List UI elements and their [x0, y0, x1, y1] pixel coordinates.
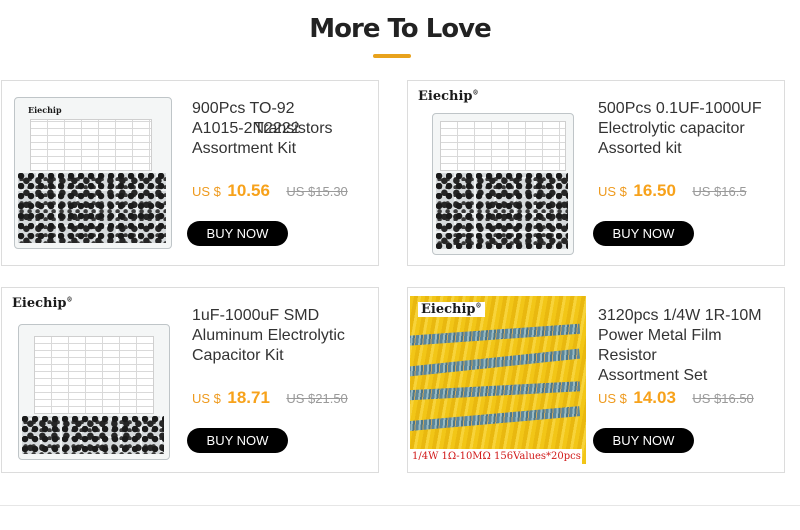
- component-compartments: [18, 173, 166, 243]
- brand-logo: Eiechip®: [12, 296, 73, 311]
- product-card-electrolytic-capacitors[interactable]: Eiechip® 500Pcs 0.1UF-1000UF Electrolyti…: [407, 80, 785, 266]
- title-line: Power Metal Film Resistor: [598, 327, 722, 364]
- product-card-resistors[interactable]: Eiechip® 1/4W 1Ω-10MΩ 156Values*20pcs 31…: [407, 287, 785, 473]
- title-line: Assortment Kit: [192, 140, 297, 157]
- price-row: US $ 18.71 US $21.50: [192, 388, 348, 408]
- title-line: Assortment Set: [598, 367, 708, 384]
- title-line: Assorted kit: [598, 140, 682, 157]
- title-line: 900Pcs TO-92: [192, 100, 295, 117]
- title-line: 500Pcs 0.1UF-1000UF: [598, 100, 762, 117]
- product-title[interactable]: 1uF-1000uF SMD Aluminum Electrolytic Cap…: [192, 306, 377, 366]
- sale-price: 18.71: [227, 388, 270, 407]
- product-card-transistors[interactable]: Eiechip 900Pcs TO-92 A1015-2N2222 Transi…: [1, 80, 379, 266]
- product-image[interactable]: Eiechip®: [418, 89, 578, 257]
- resistor-strips-image: [410, 296, 586, 464]
- product-image[interactable]: Eiechip®: [12, 296, 172, 464]
- title-line: A1015-2N2222 Transistors: [192, 119, 377, 139]
- price-row: US $ 16.50 US $16.5: [598, 181, 747, 201]
- title-line: 3120pcs 1/4W 1R-10M: [598, 307, 762, 324]
- brand-text: Eiechip: [418, 89, 473, 104]
- label-sheet: [30, 119, 152, 171]
- currency-label: US $: [598, 184, 627, 199]
- title-line: 1uF-1000uF SMD: [192, 307, 320, 324]
- buy-now-button[interactable]: BUY NOW: [593, 221, 694, 246]
- product-title[interactable]: 900Pcs TO-92 A1015-2N2222 Transistors As…: [192, 99, 377, 159]
- original-price: US $16.5: [692, 184, 747, 199]
- sale-price: 14.03: [633, 388, 676, 407]
- product-image[interactable]: Eiechip: [12, 89, 172, 257]
- component-compartments: [436, 173, 568, 249]
- product-card-smd-capacitors[interactable]: Eiechip® 1uF-1000uF SMD Aluminum Electro…: [1, 287, 379, 473]
- sale-price: 10.56: [227, 181, 270, 200]
- component-compartments: [22, 416, 164, 454]
- brand-logo: Eiechip®: [418, 302, 485, 317]
- original-price: US $21.50: [286, 391, 348, 406]
- title-underline: [373, 54, 411, 58]
- section-title: More To Love: [309, 14, 491, 44]
- currency-label: US $: [192, 391, 221, 406]
- buy-now-button[interactable]: BUY NOW: [593, 428, 694, 453]
- price-row: US $ 14.03 US $16.50: [598, 388, 754, 408]
- bottom-divider: [0, 505, 800, 506]
- product-title[interactable]: 3120pcs 1/4W 1R-10M Power Metal Film Res…: [598, 306, 783, 386]
- original-price: US $16.50: [692, 391, 754, 406]
- image-caption: 1/4W 1Ω-10MΩ 156Values*20pcs: [410, 449, 582, 464]
- sale-price: 16.50: [633, 181, 676, 200]
- buy-now-button[interactable]: BUY NOW: [187, 221, 288, 246]
- title-line: Aluminum Electrolytic: [192, 327, 345, 344]
- product-image[interactable]: Eiechip® 1/4W 1Ω-10MΩ 156Values*20pcs: [410, 296, 586, 464]
- brand-logo: Eiechip: [28, 105, 62, 115]
- title-overlay-text: Transistors: [254, 120, 333, 137]
- brand-logo: Eiechip®: [418, 89, 479, 104]
- label-sheet: [34, 336, 154, 414]
- brand-text: Eiechip: [12, 296, 67, 311]
- original-price: US $15.30: [286, 184, 348, 199]
- currency-label: US $: [598, 391, 627, 406]
- brand-text: Eiechip: [421, 302, 476, 317]
- label-sheet: [440, 121, 566, 171]
- title-line: Capacitor Kit: [192, 347, 284, 364]
- buy-now-button[interactable]: BUY NOW: [187, 428, 288, 453]
- price-row: US $ 10.56 US $15.30: [192, 181, 348, 201]
- currency-label: US $: [192, 184, 221, 199]
- product-title[interactable]: 500Pcs 0.1UF-1000UF Electrolytic capacit…: [598, 99, 783, 159]
- title-line: Electrolytic capacitor: [598, 120, 745, 137]
